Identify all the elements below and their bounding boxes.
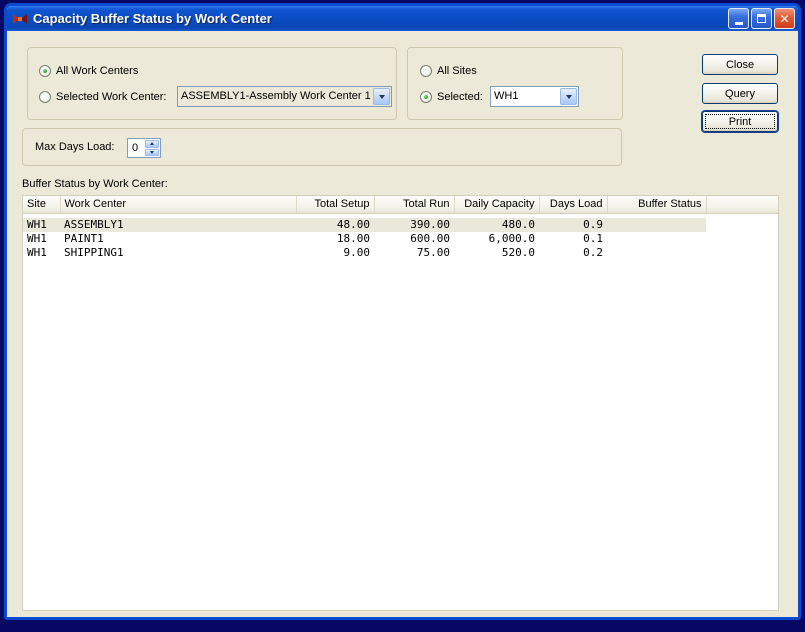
minimize-icon: [735, 22, 743, 25]
grid-caption: Buffer Status by Work Center:: [22, 178, 168, 190]
table-row[interactable]: WH1 PAINT1 18.00 600.00 6,000.0 0.1: [23, 232, 778, 246]
selected-work-center-label[interactable]: Selected Work Center:: [56, 91, 166, 103]
desktop: { "titlebar": { "title": "Capacity Buffe…: [0, 0, 805, 632]
cell-filler: [706, 246, 778, 260]
close-window-button[interactable]: ✕: [774, 8, 795, 29]
cell-buffer-status[interactable]: [607, 232, 706, 246]
close-button[interactable]: Close: [702, 54, 778, 75]
work-center-combobox[interactable]: ASSEMBLY1-Assembly Work Center 1: [177, 86, 392, 107]
chevron-down-icon: [379, 95, 385, 99]
column-header-site[interactable]: Site: [23, 196, 60, 213]
cell-work-center[interactable]: ASSEMBLY1: [60, 218, 296, 232]
cell-work-center[interactable]: SHIPPING1: [60, 246, 296, 260]
column-header-filler: [706, 196, 778, 213]
cell-total-run[interactable]: 390.00: [374, 218, 454, 232]
titlebar: Capacity Buffer Status by Work Center ✕: [7, 6, 798, 31]
cell-days-load[interactable]: 0.1: [539, 232, 607, 246]
cell-site[interactable]: WH1: [23, 218, 60, 232]
column-header-total-setup[interactable]: Total Setup: [296, 196, 374, 213]
max-days-load-groupbox: Max Days Load: 0: [22, 128, 622, 166]
maximize-button[interactable]: [751, 8, 772, 29]
cell-days-load[interactable]: 0.9: [539, 218, 607, 232]
cell-site[interactable]: WH1: [23, 246, 60, 260]
cell-total-run[interactable]: 600.00: [374, 232, 454, 246]
cell-daily-capacity[interactable]: 6,000.0: [454, 232, 539, 246]
window-controls: ✕: [728, 8, 795, 29]
spinner-buttons: [145, 140, 159, 156]
radio-button-icon[interactable]: [39, 91, 51, 103]
site-combo-value: WH1: [491, 87, 559, 106]
max-days-load-value[interactable]: 0: [128, 139, 144, 157]
max-days-load-spinner[interactable]: 0: [127, 138, 161, 158]
radio-button-icon[interactable]: [420, 65, 432, 77]
query-button[interactable]: Query: [702, 83, 778, 104]
column-header-total-run[interactable]: Total Run: [374, 196, 454, 213]
cell-daily-capacity[interactable]: 520.0: [454, 246, 539, 260]
cell-work-center[interactable]: PAINT1: [60, 232, 296, 246]
spin-up-button[interactable]: [145, 140, 159, 148]
all-sites-label[interactable]: All Sites: [437, 65, 477, 77]
cell-days-load[interactable]: 0.2: [539, 246, 607, 260]
all-work-centers-label[interactable]: All Work Centers: [56, 65, 138, 77]
cell-buffer-status[interactable]: [607, 218, 706, 232]
window-title: Capacity Buffer Status by Work Center: [33, 11, 728, 26]
sites-groupbox: All Sites Selected: WH1: [407, 47, 623, 120]
column-header-days-load[interactable]: Days Load: [539, 196, 607, 213]
work-center-combo-dropdown-button[interactable]: [373, 88, 390, 105]
print-button[interactable]: Print: [702, 111, 778, 132]
column-header-buffer-status[interactable]: Buffer Status: [607, 196, 706, 213]
cell-total-setup[interactable]: 18.00: [296, 232, 374, 246]
cell-filler: [706, 232, 778, 246]
maximize-icon: [757, 14, 766, 23]
cell-daily-capacity[interactable]: 480.0: [454, 218, 539, 232]
column-header-daily-capacity[interactable]: Daily Capacity: [454, 196, 539, 213]
app-icon: [12, 11, 28, 27]
selected-site-label[interactable]: Selected:: [437, 91, 483, 103]
max-days-load-label: Max Days Load:: [35, 141, 114, 153]
cell-site[interactable]: WH1: [23, 232, 60, 246]
site-combobox[interactable]: WH1: [490, 86, 579, 107]
minimize-button[interactable]: [728, 8, 749, 29]
cell-total-setup[interactable]: 48.00: [296, 218, 374, 232]
site-combo-dropdown-button[interactable]: [560, 88, 577, 105]
cell-total-setup[interactable]: 9.00: [296, 246, 374, 260]
buffer-status-grid: Site Work Center Total Setup Total Run D…: [22, 195, 779, 611]
table-row[interactable]: WH1 SHIPPING1 9.00 75.00 520.0 0.2: [23, 246, 778, 260]
dialog-window: Capacity Buffer Status by Work Center ✕ …: [4, 3, 801, 620]
radio-all-sites[interactable]: All Sites: [420, 60, 477, 81]
column-header-work-center[interactable]: Work Center: [60, 196, 296, 213]
cell-filler: [706, 218, 778, 232]
radio-selected-site[interactable]: Selected:: [420, 86, 483, 107]
chevron-down-icon: [150, 151, 154, 154]
cell-buffer-status[interactable]: [607, 246, 706, 260]
radio-button-icon[interactable]: [420, 91, 432, 103]
spin-down-button[interactable]: [145, 149, 159, 157]
dialog-content: All Work Centers Selected Work Center: A…: [7, 31, 798, 617]
radio-all-work-centers[interactable]: All Work Centers: [39, 60, 138, 81]
cell-total-run[interactable]: 75.00: [374, 246, 454, 260]
radio-button-icon[interactable]: [39, 65, 51, 77]
chevron-up-icon: [150, 142, 154, 145]
grid-header-row: Site Work Center Total Setup Total Run D…: [23, 196, 778, 213]
radio-selected-work-center[interactable]: Selected Work Center:: [39, 86, 166, 107]
chevron-down-icon: [566, 95, 572, 99]
table-row[interactable]: WH1 ASSEMBLY1 48.00 390.00 480.0 0.9: [23, 218, 778, 232]
close-icon: ✕: [779, 13, 789, 25]
work-center-combo-value: ASSEMBLY1-Assembly Work Center 1: [178, 87, 372, 106]
work-center-groupbox: All Work Centers Selected Work Center: A…: [27, 47, 397, 120]
